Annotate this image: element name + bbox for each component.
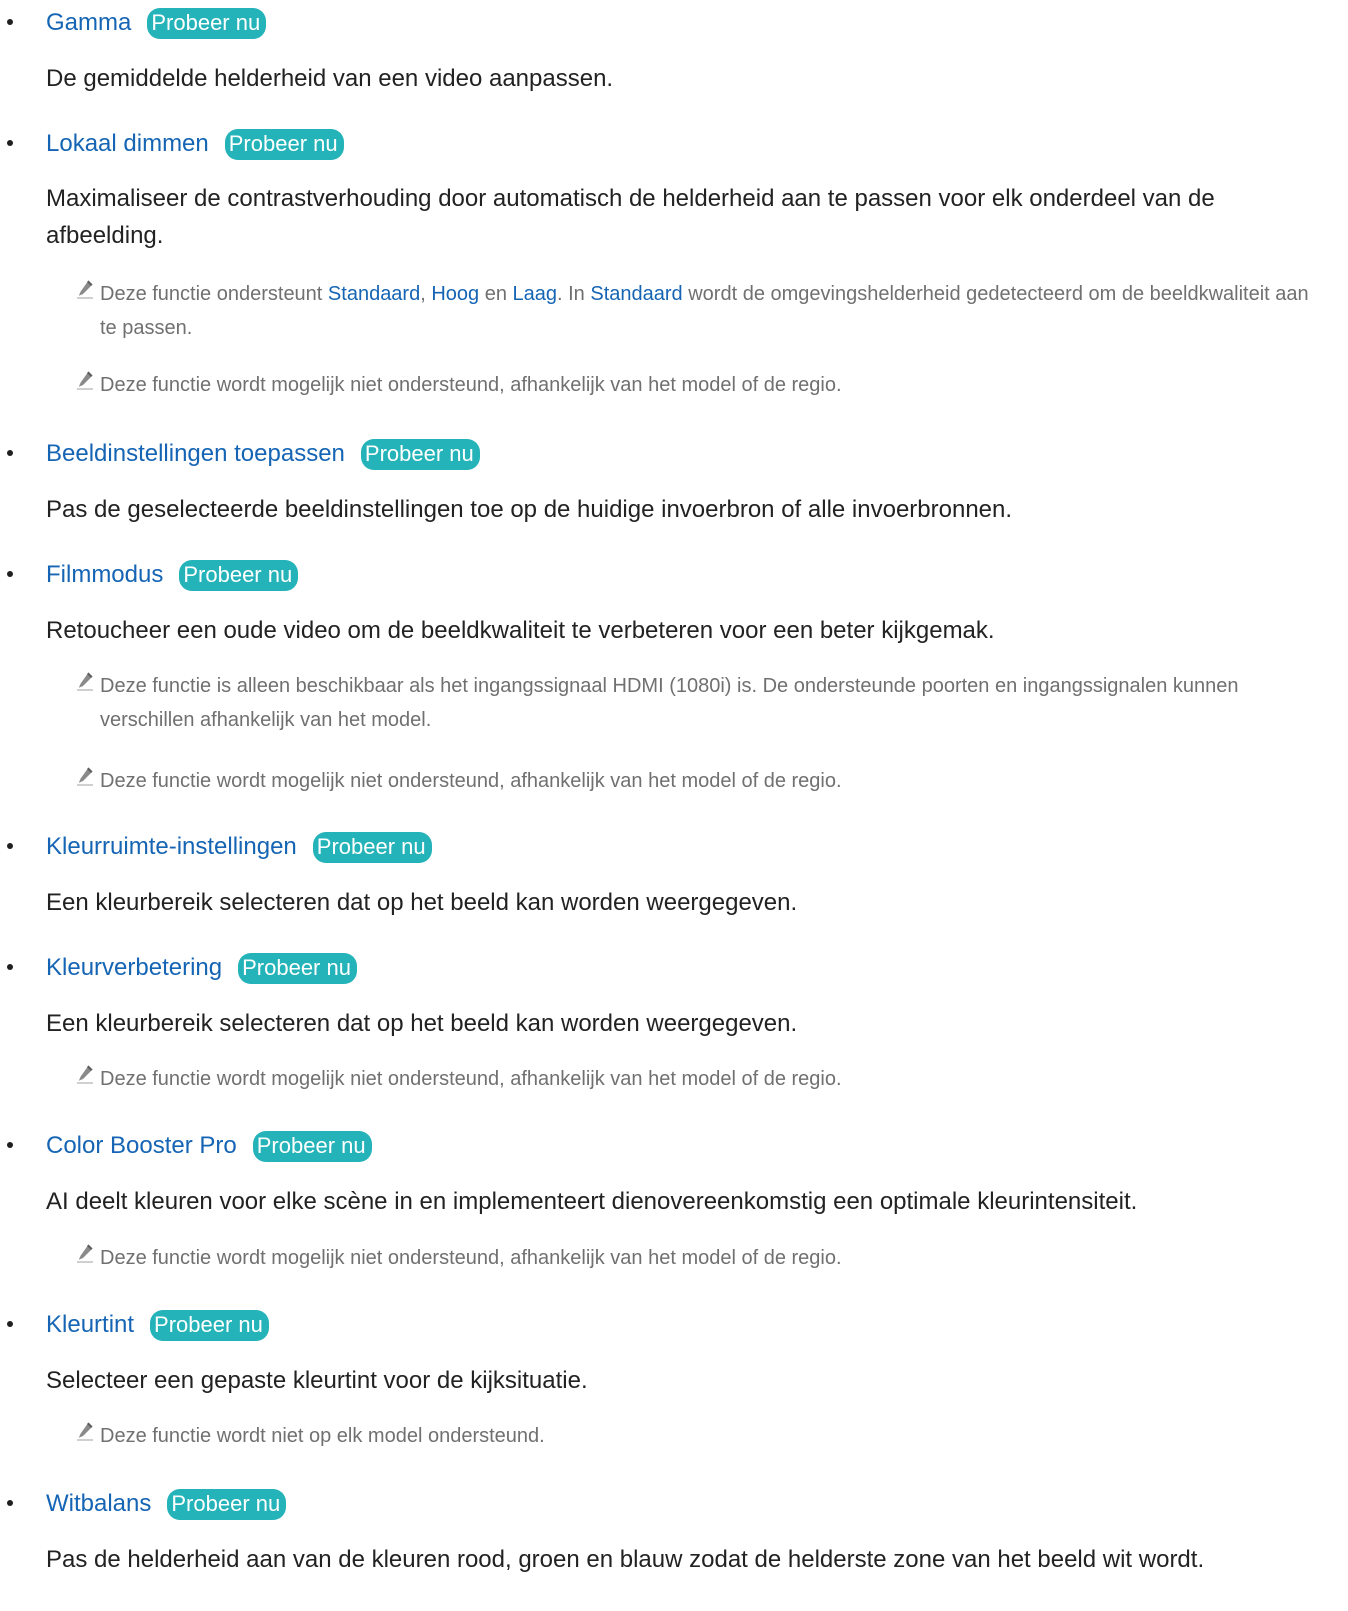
item-title-witbalans[interactable]: Witbalans <box>46 1492 151 1516</box>
try-now-button[interactable]: Probeer nu <box>179 559 299 591</box>
option-standaard: Standaard <box>590 283 683 305</box>
option-standaard: Standaard <box>327 283 421 305</box>
try-now-button[interactable]: Probeer nu <box>360 438 480 470</box>
note: Deze functie wordt mogelijk niet onderst… <box>78 368 1330 402</box>
item-header: Gamma Probeer nu <box>46 3 267 43</box>
option-hoog: Hoog <box>431 283 480 305</box>
note-text: Deze functie wordt mogelijk niet onderst… <box>100 1068 842 1090</box>
bullet-dot <box>7 450 13 456</box>
item-title-kleurverbetering[interactable]: Kleurverbetering <box>46 956 222 980</box>
item-description: Retoucheer een oude video om de beeldkwa… <box>46 617 995 644</box>
note: Deze functie wordt mogelijk niet onderst… <box>78 764 1330 798</box>
option-laag: Laag <box>512 283 558 305</box>
try-now-button[interactable]: Probeer nu <box>252 1130 372 1162</box>
note: Deze functie wordt mogelijk niet onderst… <box>78 1062 1330 1096</box>
item-description: De gemiddelde helderheid van een video a… <box>46 65 614 92</box>
item-title-filmmodus[interactable]: Filmmodus <box>46 563 163 587</box>
item-title-color-booster-pro[interactable]: Color Booster Pro <box>46 1134 237 1158</box>
note-text-part: Deze functie ondersteunt <box>100 283 328 305</box>
bullet-dot <box>7 140 13 146</box>
note-text: Deze functie is alleen beschikbaar als h… <box>100 675 1239 731</box>
try-now-button[interactable]: Probeer nu <box>147 7 267 39</box>
item-title-kleurruimte-instellingen[interactable]: Kleurruimte-instellingen <box>46 835 297 859</box>
item-header: Beeldinstellingen toepassen Probeer nu <box>46 434 480 474</box>
try-now-button[interactable]: Probeer nu <box>312 831 432 863</box>
item-description: Een kleurbereik selecteren dat op het be… <box>46 1010 798 1037</box>
item-header: Filmmodus Probeer nu <box>46 555 299 595</box>
note-text: Deze functie wordt mogelijk niet onderst… <box>100 770 842 792</box>
note-text: Deze functie wordt mogelijk niet onderst… <box>100 374 842 396</box>
note-text-part: . In <box>557 283 591 305</box>
pencil-note-icon <box>76 1421 94 1441</box>
bullet-dot <box>7 1321 13 1327</box>
note-text: Deze functie wordt mogelijk niet onderst… <box>100 1247 842 1269</box>
item-title-beeldinstellingen-toepassen[interactable]: Beeldinstellingen toepassen <box>46 442 345 466</box>
item-description: Maximaliseer de contrastverhouding door … <box>46 185 1215 249</box>
note-text-part: , <box>420 283 432 305</box>
item-title-kleurtint[interactable]: Kleurtint <box>46 1313 134 1337</box>
item-header: Kleurtint Probeer nu <box>46 1305 269 1345</box>
bullet-dot <box>7 843 13 849</box>
note: Deze functie ondersteunt Standaard, Hoog… <box>78 277 1330 345</box>
try-now-button[interactable]: Probeer nu <box>238 952 357 984</box>
item-description: Selecteer een gepaste kleurtint voor de … <box>46 1367 588 1394</box>
item-title-gamma[interactable]: Gamma <box>46 11 131 35</box>
item-header: Color Booster Pro Probeer nu <box>46 1126 372 1166</box>
item-description: Pas de geselecteerde beeldinstellingen t… <box>46 496 1013 523</box>
note: Deze functie is alleen beschikbaar als h… <box>78 669 1330 737</box>
note: Deze functie wordt niet op elk model ond… <box>78 1419 1330 1453</box>
item-header: Kleurruimte-instellingen Probeer nu <box>46 827 432 867</box>
try-now-button[interactable]: Probeer nu <box>224 128 344 160</box>
bullet-dot <box>7 571 13 577</box>
item-header: Lokaal dimmen Probeer nu <box>46 124 344 164</box>
item-description: AI deelt kleuren voor elke scène in en i… <box>46 1188 1138 1215</box>
try-now-button[interactable]: Probeer nu <box>167 1488 287 1520</box>
note-text: Deze functie ondersteunt Standaard, Hoog… <box>100 277 1330 345</box>
note: Deze functie wordt mogelijk niet onderst… <box>78 1241 1330 1275</box>
item-title-lokaal-dimmen[interactable]: Lokaal dimmen <box>46 132 209 156</box>
try-now-button[interactable]: Probeer nu <box>150 1309 269 1341</box>
item-description: Pas de helderheid aan van de kleuren roo… <box>46 1546 1205 1573</box>
bullet-dot <box>7 964 13 970</box>
pencil-note-icon <box>76 279 94 299</box>
pencil-note-icon <box>76 1243 94 1263</box>
pencil-note-icon <box>76 370 94 390</box>
pencil-note-icon <box>76 671 94 691</box>
item-header: Kleurverbetering Probeer nu <box>46 948 357 988</box>
bullet-dot <box>7 19 13 25</box>
item-description: Een kleurbereik selecteren dat op het be… <box>46 889 798 916</box>
pencil-note-icon <box>76 766 94 786</box>
item-header: Witbalans Probeer nu <box>46 1484 287 1524</box>
bullet-dot <box>7 1500 13 1506</box>
note-text-part: en <box>479 283 513 305</box>
note-text: Deze functie wordt niet op elk model ond… <box>100 1425 545 1447</box>
bullet-dot <box>7 1142 13 1148</box>
pencil-note-icon <box>76 1064 94 1084</box>
